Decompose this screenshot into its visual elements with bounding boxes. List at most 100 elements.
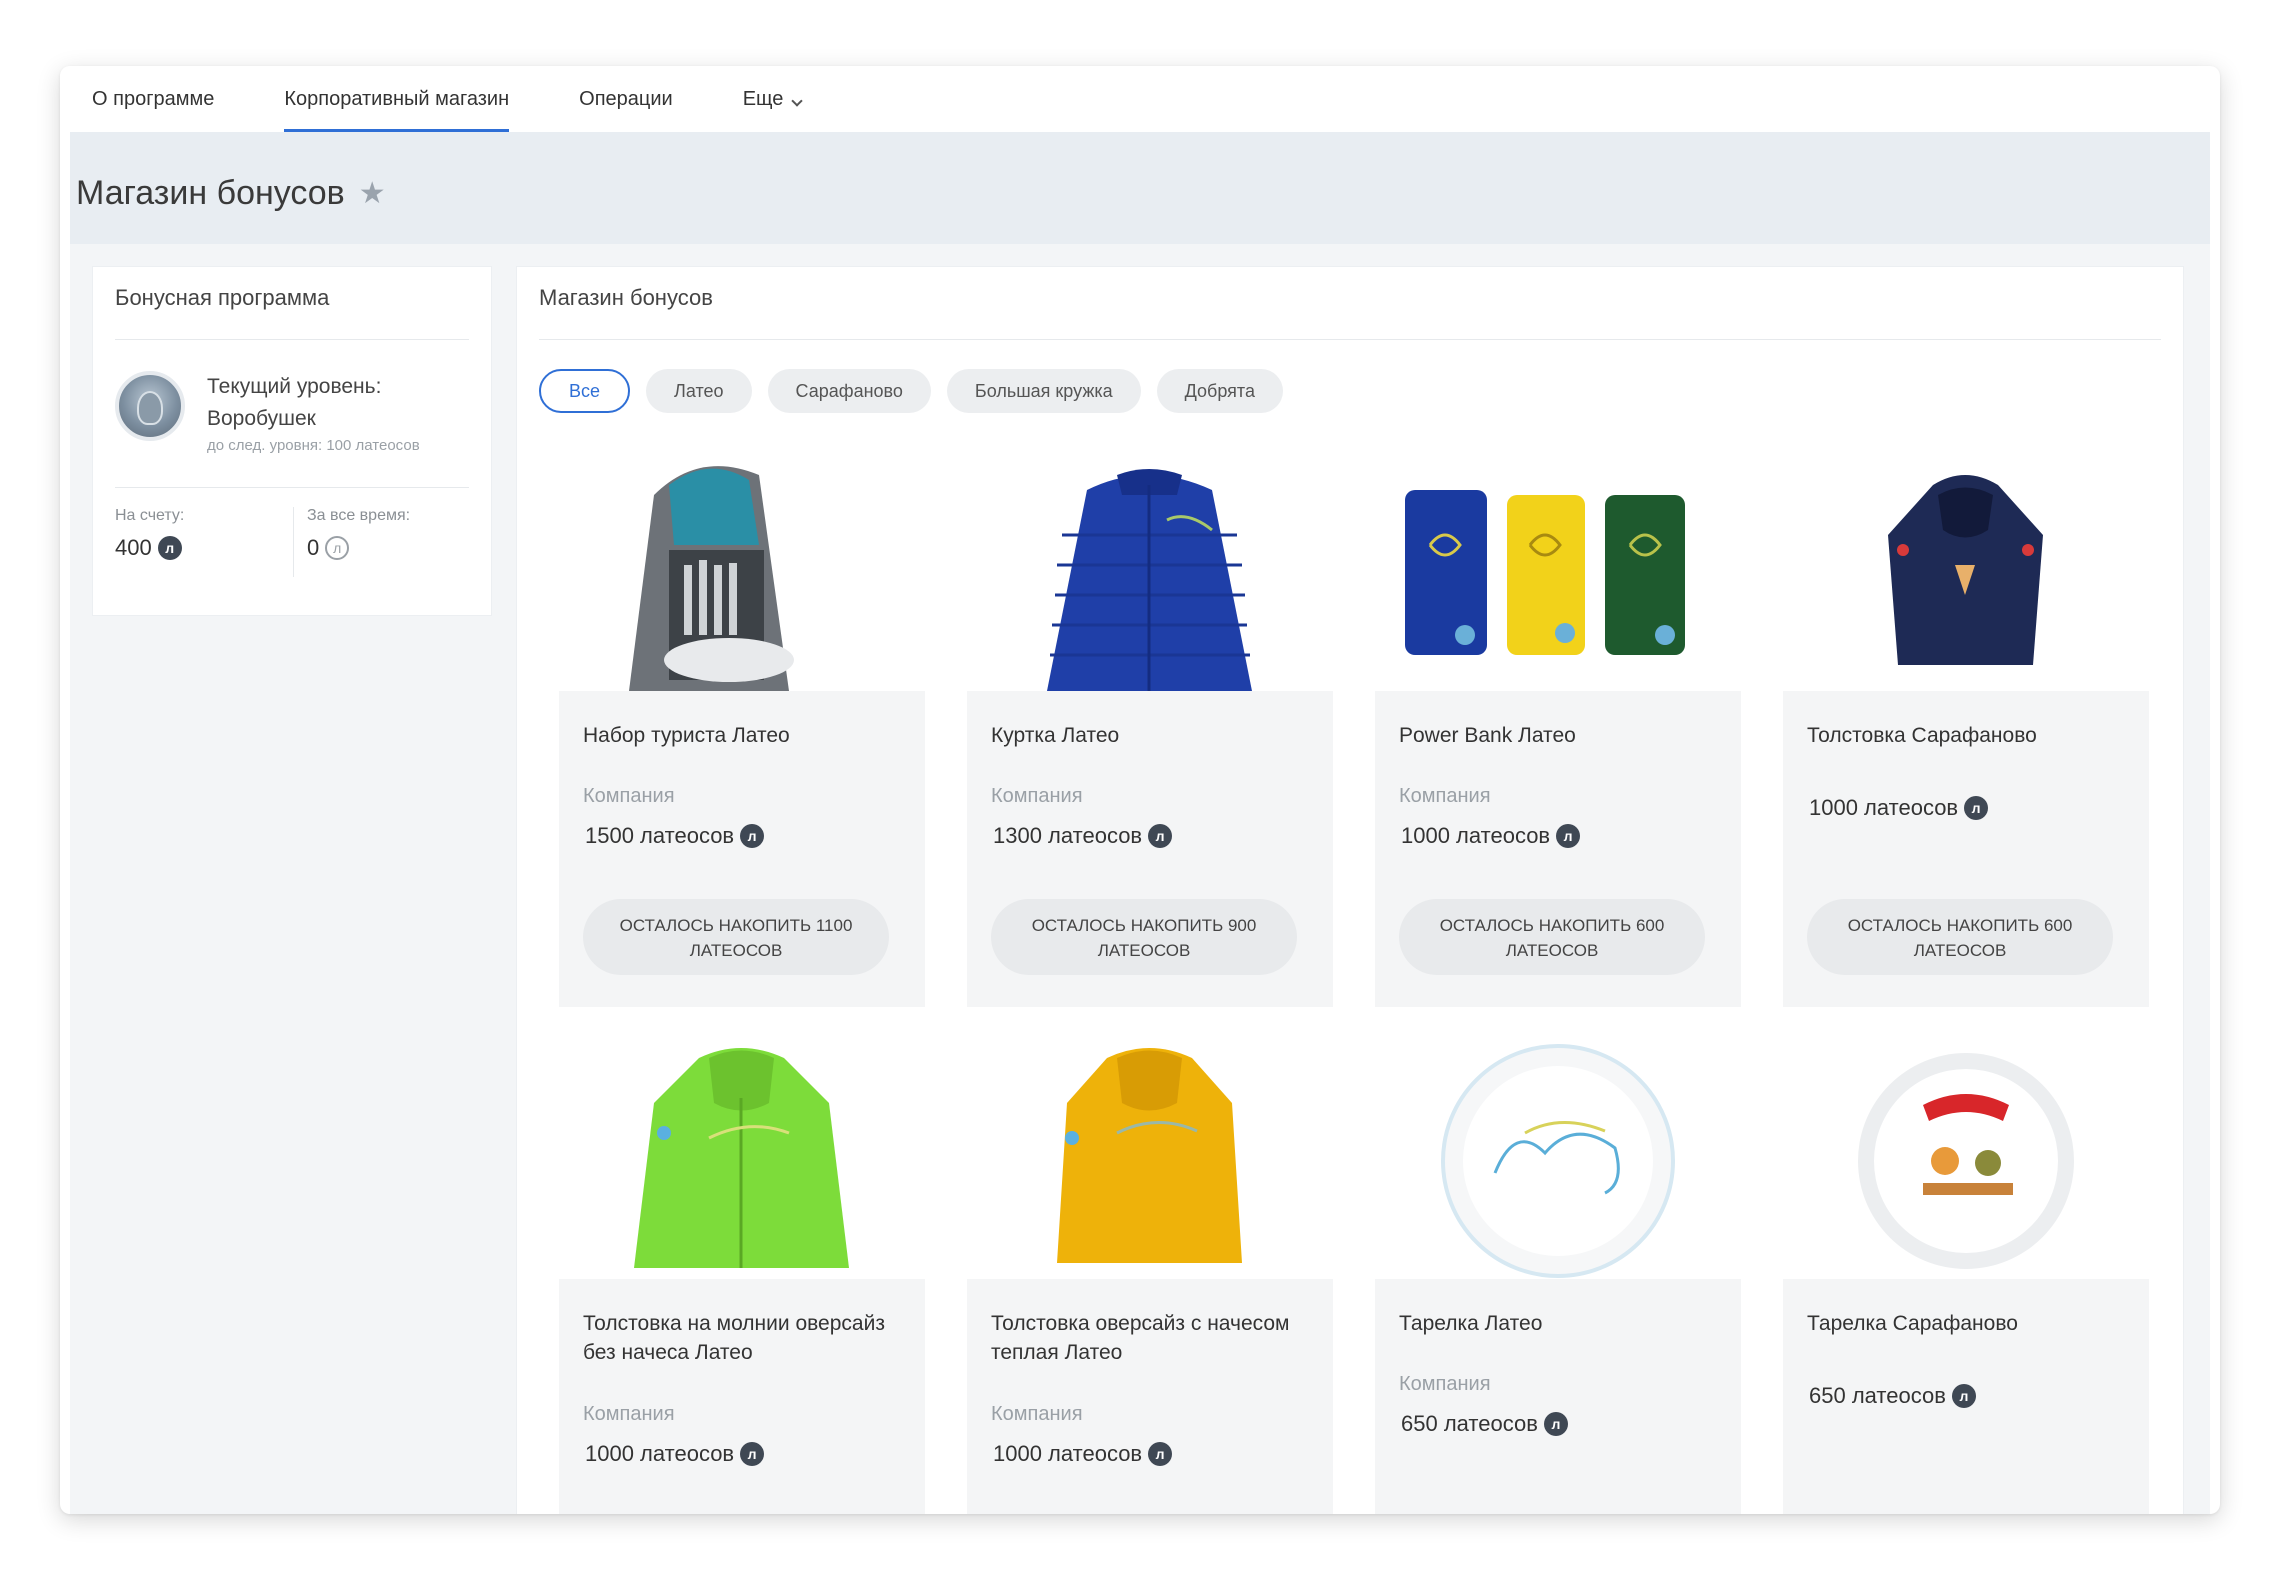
product-info: Power Bank Латео Компания 1000 латеосов л… (1375, 691, 1741, 1007)
coin-icon: л (1964, 796, 1989, 820)
product-card[interactable]: Толстовка оверсайз с начесом теплая Лате… (967, 1043, 1333, 1514)
coin-icon: л (1543, 1412, 1568, 1436)
product-title: Толстовка Сарафаново (1807, 724, 2037, 747)
filter-big-mug[interactable]: Большая кружка (946, 369, 1141, 413)
product-image (559, 1043, 925, 1279)
product-image (967, 1043, 1333, 1279)
product-card[interactable]: Тарелка Латео Компания 650 латеосов л (1375, 1043, 1741, 1514)
filter-all[interactable]: Все (539, 369, 631, 413)
product-price: 650 латеосов л (1809, 1383, 1976, 1409)
tab-label: О программе (92, 88, 215, 110)
level-label: Текущий уровень: (207, 375, 382, 398)
product-title: Толстовка на молнии оверсайз без начеса … (583, 1312, 885, 1364)
product-price: 1000 латеосов л (1401, 823, 1581, 849)
filter-sarafanovo[interactable]: Сарафаново (767, 369, 931, 413)
product-image (1375, 455, 1741, 691)
avatar (115, 371, 185, 441)
product-info: Набор туриста Латео Компания 1500 латеос… (559, 691, 925, 1007)
total-value: 0л (307, 535, 410, 561)
bonus-program-card: Бонусная программа Текущий уровень: Воро… (92, 266, 492, 616)
product-title: Тарелка Сарафаново (1807, 1312, 2018, 1335)
button-line: ЛАТЕОСОВ (689, 941, 783, 960)
next-level-hint: до след. уровня: 100 латеосов (207, 437, 420, 454)
coin-icon: л (1148, 824, 1173, 848)
button-line: ОСТАЛОСЬ НАКОПИТЬ 900 (1031, 916, 1257, 935)
product-company: Компания (583, 1403, 675, 1425)
price-text: 1000 латеосов (993, 1441, 1143, 1466)
button-line: ЛАТЕОСОВ (1505, 941, 1599, 960)
product-image (967, 455, 1333, 691)
price-text: 1000 латеосов (1809, 795, 1959, 820)
product-price: 1500 латеосов л (585, 823, 765, 849)
product-image (559, 455, 925, 691)
product-card[interactable]: Куртка Латео Компания 1300 латеосов л ОСТ… (967, 455, 1333, 1007)
product-title: Куртка Латео (991, 724, 1120, 747)
product-info: Тарелка Сарафаново 650 латеосов л (1783, 1279, 2149, 1514)
shop-title: Магазин бонусов (539, 285, 713, 310)
product-card[interactable]: Тарелка Сарафаново 650 латеосов л (1783, 1043, 2149, 1514)
top-navigation: О программе Корпоративный магазин Операц… (60, 66, 2210, 132)
tab-label: Еще (742, 88, 784, 110)
button-line: ОСТАЛОСЬ НАКОПИТЬ 600 (1439, 916, 1665, 935)
filter-dobryata[interactable]: Добрята (1156, 369, 1283, 413)
tab-corporate-store[interactable]: Корпоративный магазин (284, 66, 509, 132)
remaining-to-save-button[interactable]: ОСТАЛОСЬ НАКОПИТЬ 1100 ЛАТЕОСОВ (583, 899, 889, 975)
balance-amount: 400 (115, 535, 152, 560)
page-header: Магазин бонусов ★ (70, 132, 2210, 244)
page-title: Магазин бонусов ★ (76, 174, 386, 213)
filter-lateo[interactable]: Латео (646, 369, 752, 413)
coin-icon: л (740, 1442, 765, 1466)
button-line: ЛАТЕОСОВ (1913, 941, 2007, 960)
product-title: Толстовка оверсайз с начесом теплая Лате… (991, 1312, 1290, 1364)
bonus-shop-card: Магазин бонусов Все Латео Сарафаново Бол… (516, 266, 2184, 1514)
coin-icon: л (1951, 1384, 1976, 1408)
product-title: Набор туриста Латео (583, 724, 790, 747)
page-title-text: Магазин бонусов (76, 174, 345, 212)
price-text: 1000 латеосов (585, 1441, 735, 1466)
bonus-card-title: Бонусная программа (115, 285, 330, 310)
product-info: Куртка Латео Компания 1300 латеосов л ОСТ… (967, 691, 1333, 1007)
button-line: ОСТАЛОСЬ НАКОПИТЬ 600 (1847, 916, 2073, 935)
tab-operations[interactable]: Операции (579, 66, 673, 132)
product-card[interactable]: Набор туриста Латео Компания 1500 латеос… (559, 455, 925, 1007)
product-title: Тарелка Латео (1399, 1312, 1543, 1335)
product-image (1375, 1043, 1741, 1279)
app-window: О программе Корпоративный магазин Операц… (60, 66, 2220, 1514)
balance-block: На счету: 400 л (115, 507, 184, 561)
total-amount: 0 (307, 535, 320, 560)
product-price: 1000 латеосов л (585, 1441, 765, 1467)
price-text: 1000 латеосов (1401, 823, 1551, 848)
coin-icon: л (1148, 1442, 1173, 1466)
divider (115, 487, 469, 488)
coin-icon: л (740, 824, 765, 848)
product-info: Толстовка на молнии оверсайз без начеса … (559, 1279, 925, 1514)
tab-more[interactable]: Еще (742, 66, 804, 132)
star-icon[interactable]: ★ (359, 176, 386, 211)
product-company: Компания (1399, 1373, 1491, 1395)
product-card[interactable]: Power Bank Латео Компания 1000 латеосов л… (1375, 455, 1741, 1007)
product-price: 1000 латеосов л (993, 1441, 1173, 1467)
coin-icon: л (1556, 824, 1581, 848)
level-name: Воробушек (207, 407, 316, 430)
product-company: Компания (991, 785, 1083, 807)
button-line: ЛАТЕОСОВ (1097, 941, 1191, 960)
product-card[interactable]: Толстовка на молнии оверсайз без начеса … (559, 1043, 925, 1514)
main-content: Бонусная программа Текущий уровень: Воро… (70, 244, 2210, 1514)
remaining-to-save-button[interactable]: ОСТАЛОСЬ НАКОПИТЬ 600 ЛАТЕОСОВ (1807, 899, 2113, 975)
product-image (1783, 455, 2149, 691)
total-label: За все время: (307, 507, 411, 524)
category-filters: Все Латео Сарафаново Большая кружка Добр… (539, 369, 1283, 413)
tab-about[interactable]: О программе (92, 66, 214, 132)
remaining-to-save-button[interactable]: ОСТАЛОСЬ НАКОПИТЬ 600 ЛАТЕОСОВ (1399, 899, 1705, 975)
button-line: ОСТАЛОСЬ НАКОПИТЬ 1100 (619, 916, 853, 935)
product-card[interactable]: Толстовка Сарафаново 1000 латеосов л ОСТА… (1783, 455, 2149, 1007)
coin-icon: л (157, 536, 182, 560)
product-company: Компания (583, 785, 675, 807)
total-block: За все время: 0л (307, 507, 410, 561)
remaining-to-save-button[interactable]: ОСТАЛОСЬ НАКОПИТЬ 900 ЛАТЕОСОВ (991, 899, 1297, 975)
price-text: 650 латеосов (1809, 1383, 1946, 1408)
product-info: Толстовка оверсайз с начесом теплая Лате… (967, 1279, 1333, 1514)
product-info: Толстовка Сарафаново 1000 латеосов л ОСТА… (1783, 691, 2149, 1007)
divider (293, 507, 294, 577)
tab-label: Операции (579, 88, 673, 110)
